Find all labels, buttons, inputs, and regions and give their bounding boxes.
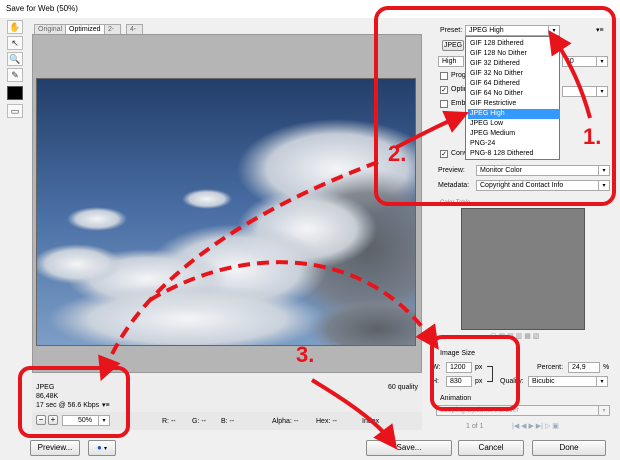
- panel-menu-icon[interactable]: ▾≡: [596, 26, 604, 36]
- preset-option[interactable]: GIF 64 Dithered: [468, 79, 560, 89]
- resample-quality-value: Bicubic: [532, 378, 555, 385]
- quality-level-select[interactable]: High: [438, 56, 464, 67]
- preset-option[interactable]: GIF 128 No Dither: [468, 49, 560, 59]
- eyedropper-icon[interactable]: ✎: [7, 68, 23, 82]
- preset-option[interactable]: GIF 32 Dithered: [468, 59, 560, 69]
- readout-index: Index: [362, 418, 380, 425]
- animation-title: Animation: [440, 395, 472, 402]
- window-title: Save for Web (50%): [0, 0, 620, 18]
- chevron-down-icon: ▾: [104, 446, 108, 452]
- image-size-title: Image Size: [440, 350, 476, 357]
- preset-option[interactable]: PNG-8 128 Dithered: [468, 149, 560, 159]
- resample-quality-select[interactable]: Bicubic ▾: [528, 376, 608, 387]
- color-table-icons: ▢ ▣ ▤ ▥ ▦ ▧: [490, 333, 540, 340]
- preview-button[interactable]: Preview...: [30, 440, 80, 456]
- height-label: H:: [432, 378, 439, 385]
- preset-option[interactable]: GIF 128 Dithered: [468, 39, 560, 49]
- tool-column: ✋ ↖ 🔍 ✎ ▭: [4, 20, 26, 120]
- percent-field[interactable]: 24,9: [568, 362, 600, 373]
- preset-option[interactable]: GIF 32 No Dither: [468, 69, 560, 79]
- metadata-value: Copyright and Contact Info: [480, 182, 564, 189]
- save-for-web-window: Save for Web (50%) ✋ ↖ 🔍 ✎ ▭ Original Op…: [0, 0, 620, 460]
- chevron-down-icon: ▾: [596, 377, 607, 386]
- arrow-1: [548, 30, 592, 119]
- convert-srgb-checkbox[interactable]: ✓: [440, 150, 448, 158]
- preset-option[interactable]: JPEG Low: [468, 119, 560, 129]
- progressive-checkbox[interactable]: [440, 72, 448, 80]
- chevron-down-icon: ▾: [596, 87, 607, 96]
- zoom-level: 50%: [78, 417, 93, 424]
- preset-option[interactable]: PNG-24: [468, 139, 560, 149]
- optimized-info-panel: JPEG 86,48K 17 sec @ 56.6 Kbps ▾≡ 60 qua…: [32, 372, 422, 412]
- height-field[interactable]: 830: [446, 376, 472, 387]
- frame-counter: 1 of 1: [466, 423, 484, 430]
- annotation-number-3: 3.: [296, 342, 315, 367]
- width-field[interactable]: 1200: [446, 362, 472, 373]
- sky-photo: [36, 78, 416, 346]
- color-swatch-icon[interactable]: [7, 86, 23, 100]
- preset-option[interactable]: GIF Restrictive: [468, 99, 560, 109]
- looping-options-value: Looping Options: Forever: [440, 407, 519, 414]
- embed-profile-checkbox[interactable]: [440, 100, 448, 108]
- readout-hex: Hex: --: [316, 418, 337, 425]
- zoom-in-button[interactable]: +: [48, 415, 58, 425]
- readout-alpha: Alpha: --: [272, 418, 299, 425]
- slice-select-icon[interactable]: ↖: [7, 36, 23, 50]
- done-button[interactable]: Done: [532, 440, 606, 456]
- height-unit: px: [475, 378, 483, 385]
- preset-option[interactable]: GIF 64 No Dither: [468, 89, 560, 99]
- preview-select[interactable]: Monitor Color ▾: [476, 165, 610, 176]
- preview-label: Preview:: [438, 167, 465, 174]
- download-menu-icon[interactable]: ▾≡: [102, 401, 110, 411]
- percent-unit: %: [603, 364, 610, 371]
- preset-label: Preset:: [440, 27, 463, 34]
- quality-value: 60: [566, 58, 574, 65]
- width-unit: px: [475, 364, 483, 371]
- annotation-number-1: 1.: [583, 124, 602, 149]
- color-table: [461, 208, 585, 330]
- info-time: 17 sec @ 56.6 Kbps: [36, 402, 100, 409]
- chevron-down-icon: ▾: [598, 166, 609, 175]
- hand-icon[interactable]: ✋: [7, 20, 23, 34]
- looping-options-select[interactable]: Looping Options: Forever ▾: [436, 405, 610, 416]
- cancel-button[interactable]: Cancel: [458, 440, 524, 456]
- readout-b: B: --: [221, 418, 235, 425]
- resample-quality-label: Quality:: [500, 378, 524, 385]
- preset-option[interactable]: JPEG Medium: [468, 129, 560, 139]
- browser-preview-button[interactable]: ● ▾: [88, 440, 116, 456]
- zoom-icon[interactable]: 🔍: [7, 52, 23, 66]
- format-select[interactable]: JPEG: [442, 40, 464, 51]
- metadata-select[interactable]: Copyright and Contact Info ▾: [476, 180, 610, 191]
- quality-field[interactable]: 60 ▾: [562, 56, 608, 67]
- preset-option-selected[interactable]: JPEG High: [468, 109, 560, 119]
- width-label: W:: [432, 364, 441, 371]
- chevron-down-icon: ▾: [548, 26, 559, 35]
- chevron-down-icon: ▾: [598, 406, 609, 415]
- annotation-number-2: 2.: [388, 141, 407, 166]
- percent-label: Percent:: [537, 364, 564, 371]
- chevron-down-icon: ▾: [598, 181, 609, 190]
- toggle-slices-icon[interactable]: ▭: [7, 104, 23, 118]
- preset-dropdown-list: GIF 128 Dithered GIF 128 No Dither GIF 3…: [465, 36, 560, 160]
- zoom-out-button[interactable]: −: [36, 415, 46, 425]
- chevron-down-icon: ▾: [98, 416, 109, 425]
- readout-r: R: --: [162, 418, 176, 425]
- browser-icon: ●: [96, 443, 102, 452]
- animation-controls[interactable]: |◀ ◀ ▶ ▶| ▷ ▣: [512, 422, 559, 432]
- preset-value: JPEG High: [469, 27, 504, 34]
- status-bar: − + 50% ▾ R: -- G: -- B: -- Alpha: -- He…: [32, 412, 422, 430]
- preview-value: Monitor Color: [480, 167, 523, 174]
- info-quality: 60 quality: [388, 384, 418, 391]
- constrain-link-icon[interactable]: [487, 366, 493, 382]
- chevron-down-icon: ▾: [596, 57, 607, 66]
- save-button[interactable]: Save...: [366, 440, 452, 456]
- zoom-level-field[interactable]: 50% ▾: [62, 415, 110, 426]
- color-table-label: Color Table: [440, 200, 471, 206]
- readout-g: G: --: [192, 418, 206, 425]
- optimized-checkbox[interactable]: ✓: [440, 86, 448, 94]
- metadata-label: Metadata:: [438, 182, 470, 189]
- blur-field[interactable]: ▾: [562, 86, 608, 97]
- preset-select[interactable]: JPEG High ▾: [465, 25, 560, 36]
